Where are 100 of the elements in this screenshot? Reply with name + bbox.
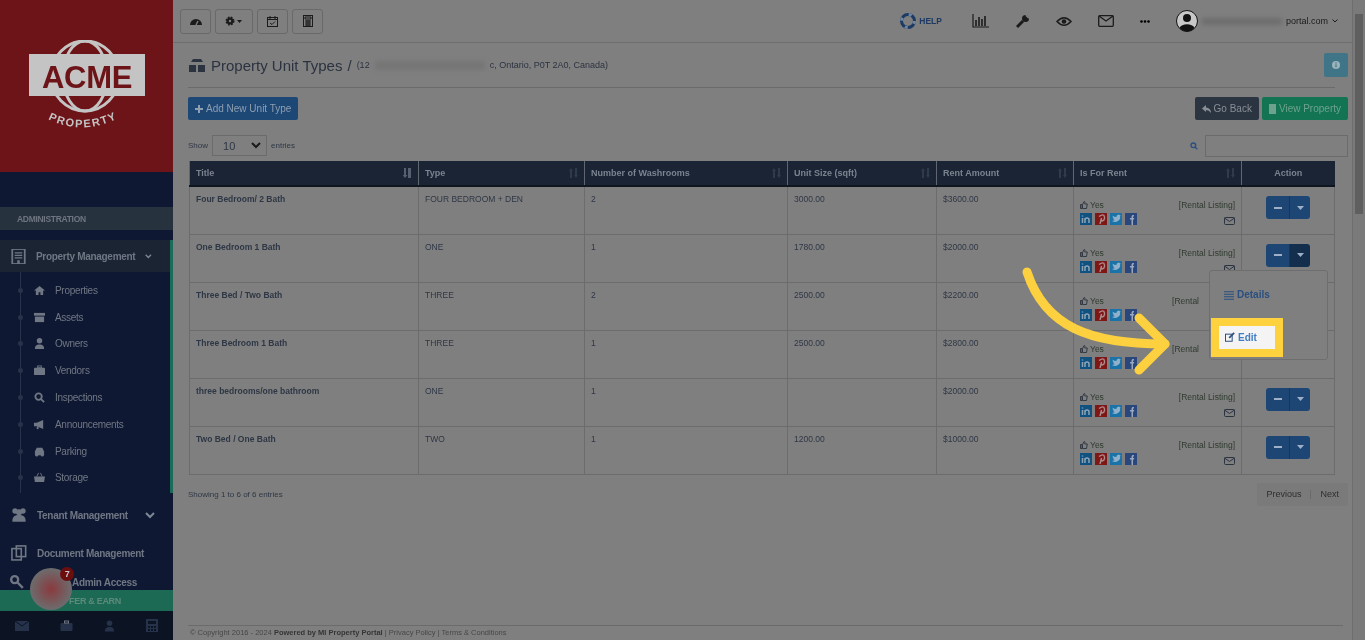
bar-chart-icon[interactable]	[971, 14, 989, 28]
search-icon	[34, 392, 45, 404]
twitter-icon[interactable]	[1110, 213, 1122, 225]
pinterest-icon[interactable]	[1095, 213, 1107, 225]
calculator-button[interactable]	[292, 8, 323, 34]
menu-item[interactable]: Details	[1210, 280, 1284, 309]
entries-select[interactable]: 10	[212, 135, 267, 156]
pinterest-icon[interactable]	[1095, 308, 1107, 321]
twitter-icon[interactable]	[1110, 260, 1122, 273]
for-rent-status: Yes	[1080, 247, 1104, 258]
rental-listing-link[interactable]: [Rental Listing]	[1178, 247, 1235, 258]
facebook-icon[interactable]	[1125, 308, 1137, 321]
thumbs-up-icon	[1080, 248, 1088, 257]
mail-icon[interactable]	[1097, 15, 1114, 27]
dropdown-toggle[interactable]	[1289, 435, 1310, 459]
dropdown-toggle[interactable]	[1289, 387, 1310, 411]
home-icon	[34, 284, 45, 296]
briefcase-icon[interactable]	[60, 619, 74, 632]
settings-icon	[225, 16, 243, 26]
rental-listing-link[interactable]: [Rental	[1172, 295, 1199, 306]
facebook-icon[interactable]	[1125, 213, 1137, 225]
table-cell: three bedrooms/one bathroom	[189, 378, 419, 426]
action-button[interactable]	[1266, 196, 1289, 219]
facebook-icon[interactable]	[1125, 452, 1137, 465]
rental-listing-link[interactable]: [Rental	[1172, 343, 1199, 354]
calendar-button[interactable]	[257, 8, 288, 34]
rental-listing-link[interactable]: [Rental Listing]	[1178, 200, 1235, 210]
table-cell: Two Bed / One Bath	[189, 426, 419, 474]
go-back-button[interactable]: Go Back	[1194, 97, 1259, 120]
help-link[interactable]: HELP	[900, 13, 942, 29]
info-button[interactable]	[1324, 53, 1348, 77]
twitter-icon[interactable]	[1110, 356, 1122, 369]
pinterest-icon[interactable]	[1095, 452, 1107, 465]
wrench-icon[interactable]	[1014, 13, 1030, 29]
action-button[interactable]	[1266, 435, 1289, 459]
sidebar-subitem[interactable]: Assets	[0, 303, 170, 331]
eye-icon[interactable]	[1055, 15, 1072, 27]
mail-icon[interactable]	[1224, 217, 1235, 225]
scrollbar-thumb[interactable]	[1355, 14, 1363, 214]
thumbs-up-icon	[1080, 440, 1088, 449]
calendar-icon	[267, 15, 278, 27]
sidebar-item[interactable]: Document Management	[0, 537, 173, 570]
sidebar-subitem[interactable]: Properties	[0, 277, 170, 304]
pinterest-icon[interactable]	[1095, 404, 1107, 417]
settings-button[interactable]	[215, 8, 253, 34]
scrollbar[interactable]	[1352, 0, 1365, 640]
building-icon	[11, 248, 26, 264]
pinterest-icon[interactable]	[1095, 260, 1107, 273]
sidebar-subitem[interactable]: Owners	[0, 330, 170, 358]
dropdown-toggle[interactable]	[1289, 243, 1310, 267]
table-cell: 2500.00	[787, 330, 937, 378]
facebook-icon[interactable]	[1125, 356, 1137, 369]
info-icon	[1332, 61, 1340, 69]
linkedin-icon[interactable]	[1080, 452, 1092, 465]
sidebar-subitem[interactable]: Announcements	[0, 411, 170, 438]
action-button[interactable]	[1266, 387, 1289, 411]
twitter-icon[interactable]	[1110, 452, 1122, 465]
sidebar-item[interactable]: Property Management	[0, 240, 170, 272]
user-menu[interactable]: portal.com	[1175, 10, 1338, 32]
column-header[interactable]: Rent Amount	[936, 161, 1074, 186]
sort-icon[interactable]	[403, 168, 412, 178]
mail-icon[interactable]	[1224, 408, 1235, 417]
for-rent-status: Yes	[1080, 391, 1104, 402]
briefcase-icon	[34, 365, 45, 377]
facebook-icon[interactable]	[1125, 260, 1137, 273]
linkedin-icon[interactable]	[1080, 308, 1092, 321]
pinterest-icon[interactable]	[1095, 356, 1107, 369]
facebook-icon[interactable]	[1125, 404, 1137, 417]
column-header[interactable]: Title	[189, 161, 419, 186]
action-button[interactable]	[1266, 243, 1289, 267]
column-header[interactable]: Unit Size (sqft)	[787, 161, 937, 186]
sidebar-subitem[interactable]: Inspections	[0, 384, 170, 411]
dropdown-toggle[interactable]	[1289, 196, 1310, 219]
sidebar-subitem[interactable]: Parking	[0, 437, 170, 465]
sidebar-item[interactable]: Tenant Management	[0, 499, 173, 532]
twitter-icon[interactable]	[1110, 404, 1122, 417]
list-icon	[1224, 289, 1234, 300]
view-property-button[interactable]: View Property	[1261, 97, 1348, 120]
mail-icon[interactable]	[1224, 456, 1235, 465]
caret-icon	[1296, 397, 1304, 401]
rental-listing-link[interactable]: [Rental Listing]	[1178, 391, 1235, 402]
linkedin-icon[interactable]	[1080, 404, 1092, 417]
column-header[interactable]: Type	[418, 161, 585, 186]
caret-icon	[1296, 205, 1304, 210]
column-header[interactable]: Number of Washrooms	[584, 161, 788, 186]
add-unit-type-button[interactable]: Add New Unit Type	[188, 97, 299, 120]
sidebar-subitem[interactable]: Vendors	[0, 357, 170, 385]
linkedin-icon[interactable]	[1080, 356, 1092, 369]
column-header[interactable]: Is For Rent	[1073, 161, 1242, 186]
dashboard-button[interactable]	[180, 8, 211, 34]
sidebar-item[interactable]: Admin Access	[72, 576, 137, 588]
sidebar-subitem[interactable]: Storage	[0, 464, 170, 492]
box-icon	[34, 311, 45, 323]
rental-listing-link[interactable]: [Rental Listing]	[1178, 439, 1235, 450]
table-cell: 2	[584, 282, 788, 330]
linkedin-icon[interactable]	[1080, 213, 1092, 225]
for-rent-status: Yes	[1080, 200, 1104, 210]
more-icon[interactable]	[1139, 19, 1150, 23]
chevron-down-icon	[145, 252, 152, 260]
linkedin-icon[interactable]	[1080, 260, 1092, 273]
